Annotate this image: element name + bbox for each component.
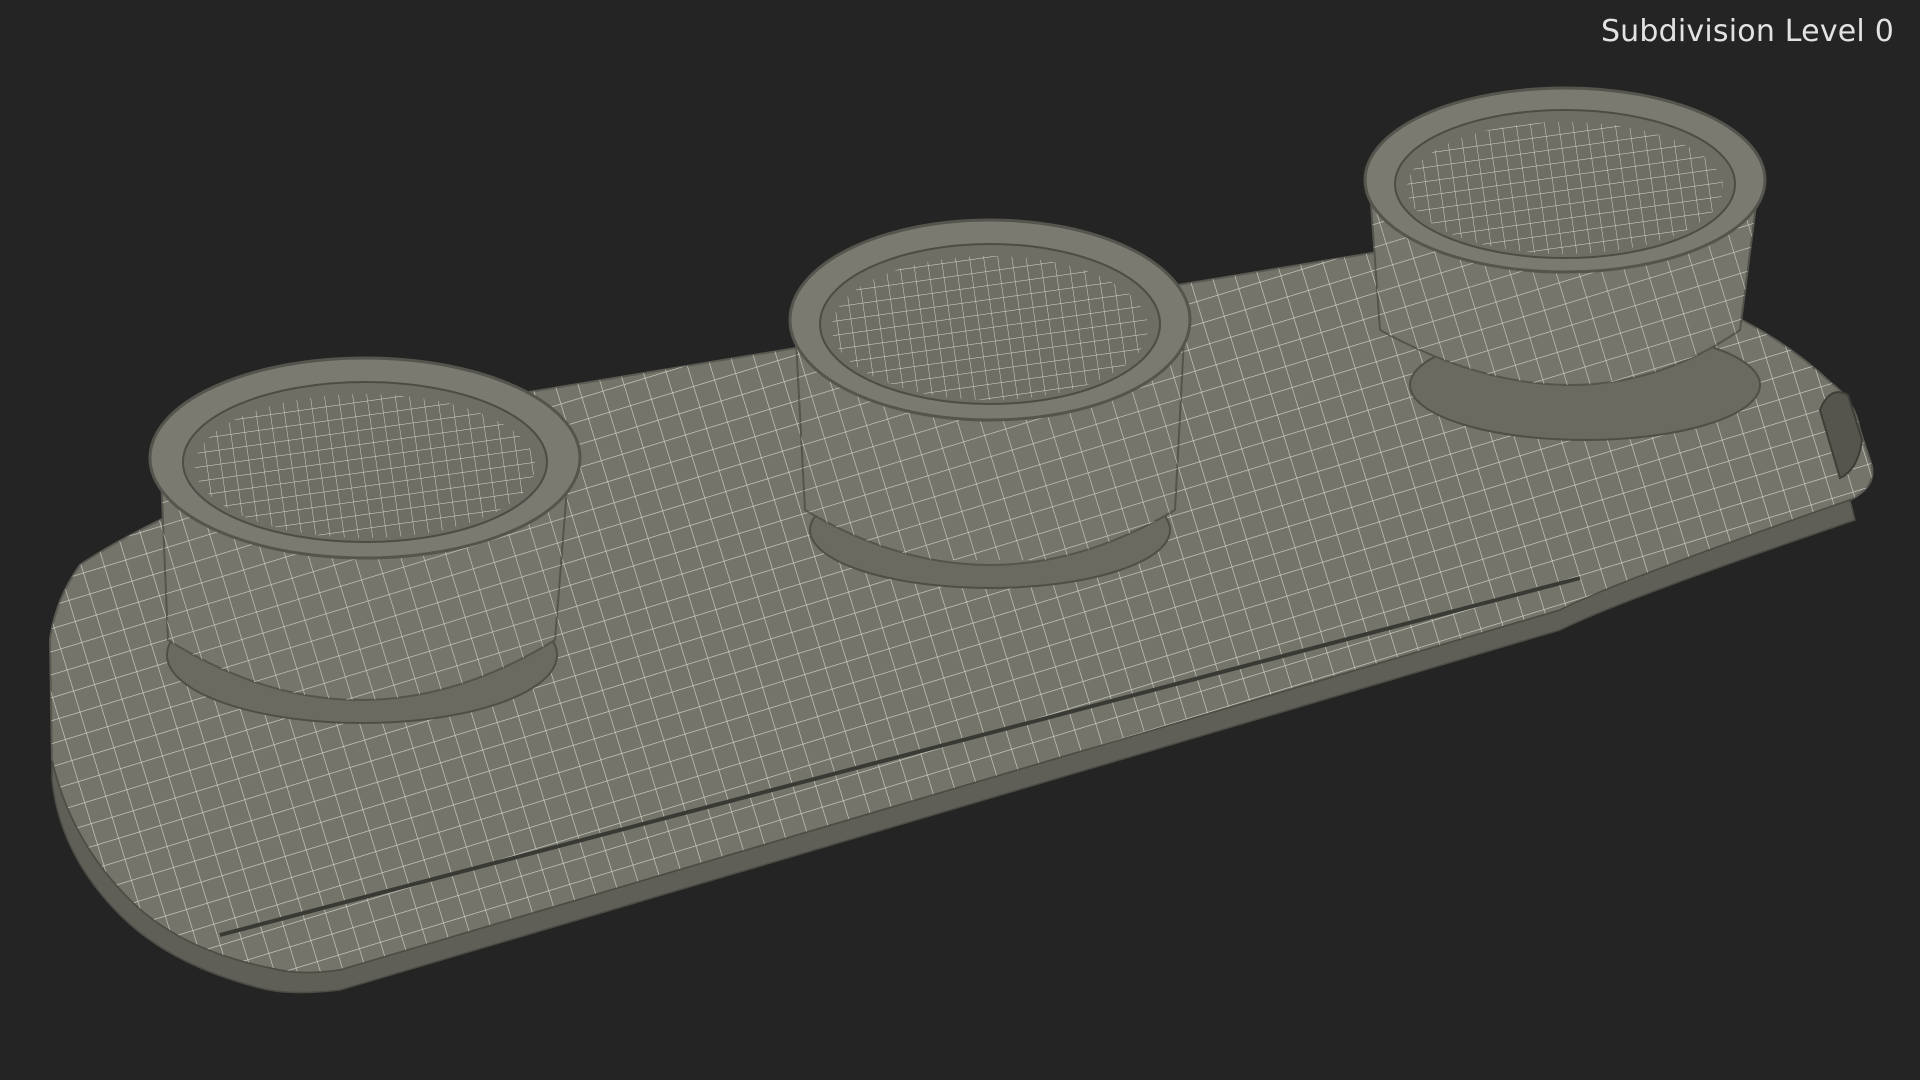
render-viewport: Subdivision Level 0 (0, 0, 1920, 1080)
cup-right (1363, 86, 1767, 441)
cup-middle (788, 218, 1192, 589)
wireframe-model (48, 86, 1874, 994)
cup-left (148, 356, 582, 724)
